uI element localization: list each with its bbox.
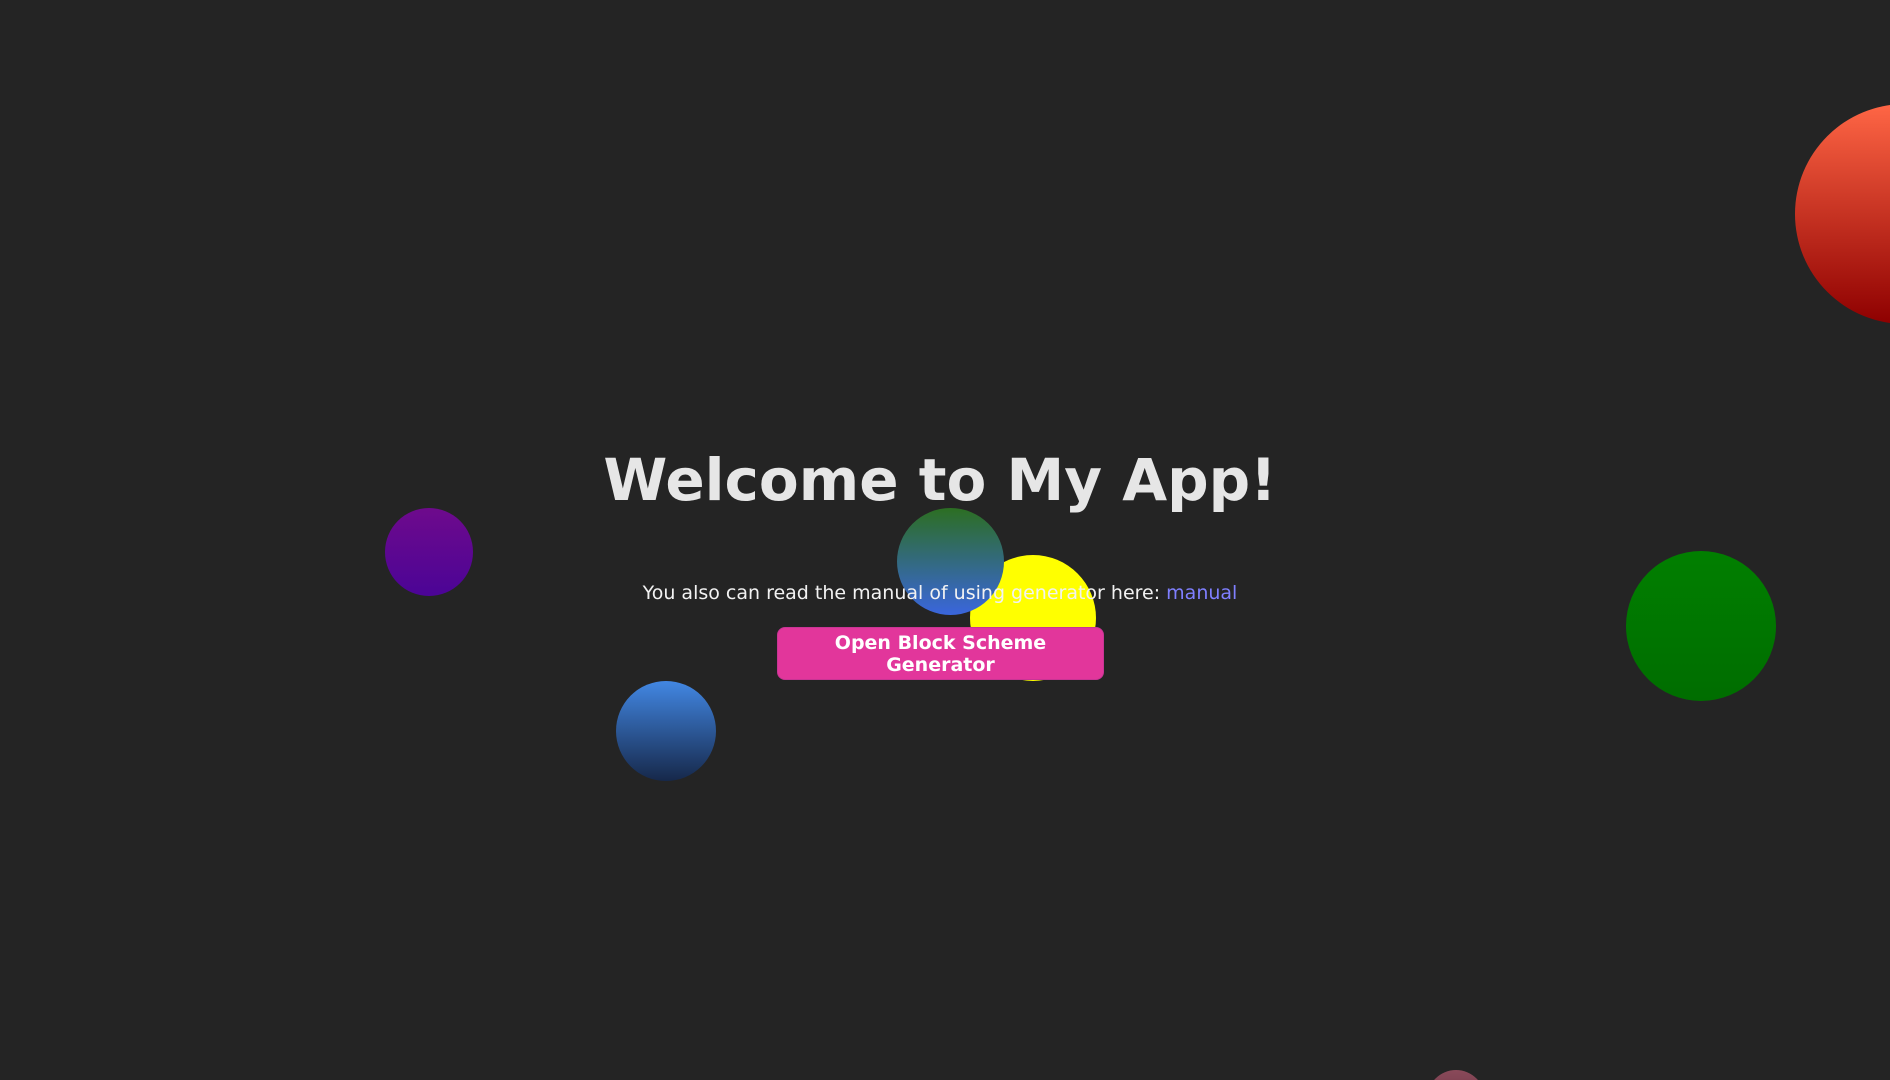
welcome-page: Welcome to My App! You also can read the… <box>0 0 1890 1080</box>
green-circle <box>1626 551 1776 701</box>
green-blue-gradient-circle <box>897 508 1004 615</box>
manual-link[interactable]: manual <box>1166 582 1237 604</box>
red-gradient-circle <box>1795 104 1890 324</box>
rose-circle <box>1427 1070 1485 1080</box>
blue-gradient-circle <box>616 681 716 781</box>
open-block-scheme-generator-button[interactable]: Open Block Scheme Generator <box>777 627 1104 680</box>
purple-circle <box>385 508 473 596</box>
